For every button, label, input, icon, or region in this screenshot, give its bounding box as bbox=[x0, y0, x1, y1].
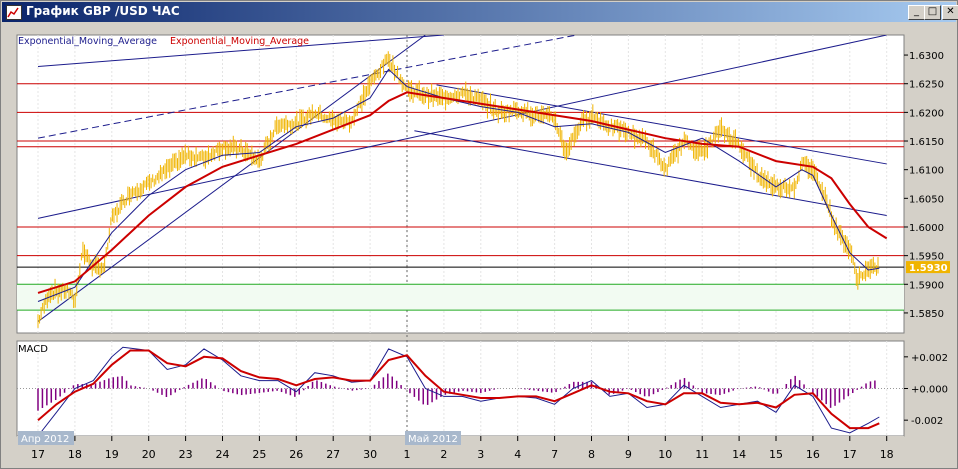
price-axis-label: 1.6250 bbox=[909, 80, 944, 91]
close-button[interactable]: ✕ bbox=[942, 5, 958, 20]
time-axis-label: 2 bbox=[440, 448, 447, 461]
current-price-label: 1.5930 bbox=[909, 263, 948, 274]
time-axis-label: 20 bbox=[142, 448, 156, 461]
macd-title: MACD bbox=[18, 344, 48, 355]
time-axis-label: 3 bbox=[477, 448, 484, 461]
time-axis-label: 19 bbox=[105, 448, 119, 461]
legend-ema-label: Exponential_Moving_Average bbox=[18, 36, 157, 47]
support-zone bbox=[17, 284, 904, 311]
macd-axis-label: -0.002 bbox=[911, 416, 943, 427]
price-axis-label: 1.6300 bbox=[909, 51, 944, 62]
time-axis-label: 26 bbox=[289, 448, 303, 461]
time-axis-label: 7 bbox=[551, 448, 558, 461]
time-axis-label: 30 bbox=[363, 448, 377, 461]
price-axis-label: 1.6150 bbox=[909, 137, 944, 148]
time-axis-label: 27 bbox=[326, 448, 340, 461]
time-axis-label: 15 bbox=[769, 448, 783, 461]
macd-axis-label: +0.002 bbox=[911, 353, 948, 364]
chart-area[interactable]: 1.6300 1.6250 1.6200 1.6150 1.6100 1.6050 1.60… bbox=[1, 23, 958, 468]
time-axis-label: 23 bbox=[179, 448, 193, 461]
month-label: Апр 2012 bbox=[21, 434, 69, 445]
time-axis-label: 18 bbox=[880, 448, 894, 461]
price-axis-label: 1.6200 bbox=[909, 108, 944, 119]
time-axis-label: 11 bbox=[695, 448, 709, 461]
time-axis-label: 17 bbox=[31, 448, 45, 461]
title-bar[interactable]: График GBP /USD ЧАС _ □ ✕ bbox=[2, 2, 958, 22]
time-axis-label: 4 bbox=[514, 448, 521, 461]
time-axis-label: 17 bbox=[843, 448, 857, 461]
legend-ema-label: Exponential_Moving_Average bbox=[170, 36, 309, 47]
price-axis-label: 1.5850 bbox=[909, 309, 944, 320]
chart-window: График GBP /USD ЧАС _ □ ✕ 1.6300 1.6250 1.… bbox=[0, 0, 958, 469]
chart-app-icon bbox=[6, 5, 22, 20]
time-axis-label: 16 bbox=[806, 448, 820, 461]
time-axis-label: 18 bbox=[68, 448, 82, 461]
month-label: Май 2012 bbox=[408, 434, 458, 445]
time-axis-label: 25 bbox=[252, 448, 266, 461]
price-axis-label: 1.5950 bbox=[909, 252, 944, 263]
price-axis-label: 1.6050 bbox=[909, 194, 944, 205]
minimize-button[interactable]: _ bbox=[908, 5, 925, 20]
time-axis-label: 1 bbox=[404, 448, 411, 461]
maximize-button[interactable]: □ bbox=[924, 5, 941, 20]
time-axis-label: 9 bbox=[625, 448, 632, 461]
price-axis-label: 1.5900 bbox=[909, 280, 944, 291]
time-axis-label: 10 bbox=[658, 448, 672, 461]
time-axis-label: 14 bbox=[732, 448, 746, 461]
macd-axis-label: +0.000 bbox=[911, 385, 948, 396]
price-axis-label: 1.6100 bbox=[909, 166, 944, 177]
time-axis-label: 24 bbox=[216, 448, 230, 461]
window-title: График GBP /USD ЧАС bbox=[26, 4, 180, 18]
time-axis-label: 8 bbox=[588, 448, 595, 461]
price-axis-label: 1.6000 bbox=[909, 223, 944, 234]
